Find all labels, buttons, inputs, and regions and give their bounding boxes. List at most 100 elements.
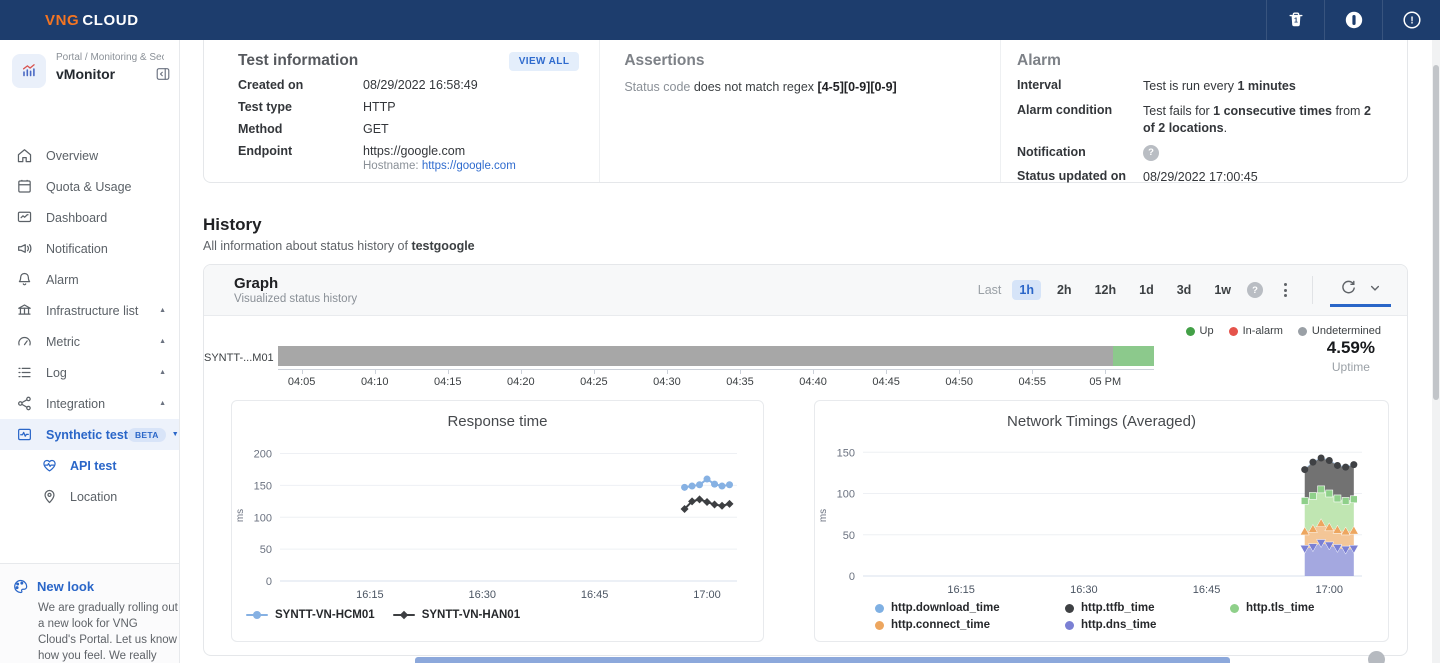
- legend-han01: SYNTT-VN-HAN01: [393, 609, 520, 621]
- row-label: Interval: [1017, 78, 1143, 95]
- alarm-row-status-updated: Status updated on 08/29/2022 17:00:45: [1017, 169, 1383, 186]
- chart-title: Network Timings (Averaged): [815, 413, 1388, 430]
- legend-in-alarm: In-alarm: [1229, 325, 1283, 337]
- hostname-label: Hostname:: [363, 160, 419, 172]
- y-axis-label: ms: [818, 509, 829, 522]
- y-axis-label: ms: [235, 509, 246, 522]
- vmonitor-app-icon: [12, 54, 46, 88]
- svg-text:16:15: 16:15: [356, 589, 384, 601]
- quota-icon: [15, 178, 33, 196]
- chart-title: Response time: [232, 413, 763, 430]
- next-section-edge: [415, 657, 1230, 663]
- account-button[interactable]: [1324, 0, 1382, 40]
- row-label: Method: [238, 122, 363, 136]
- gauge-icon: [15, 333, 33, 351]
- breadcrumb[interactable]: Portal / Monitoring & Sec: [56, 52, 164, 63]
- alerts-button[interactable]: !: [1382, 0, 1440, 40]
- row-label: Endpoint: [238, 144, 363, 172]
- svg-text:1: 1: [1294, 18, 1298, 25]
- svg-text:16:45: 16:45: [1193, 584, 1221, 596]
- graph-subtitle: Visualized status history: [234, 293, 357, 305]
- sidebar-subitem-location[interactable]: Location: [0, 481, 179, 512]
- sidebar-item-label: Notification: [46, 242, 166, 256]
- row-value: 08/29/2022 16:58:49: [363, 78, 478, 92]
- info-row-created-on: Created on 08/29/2022 16:58:49: [238, 78, 579, 92]
- svg-text:16:30: 16:30: [469, 589, 497, 601]
- divider: [1312, 276, 1313, 304]
- graph-title: Graph: [234, 275, 357, 292]
- row-label: Created on: [238, 78, 363, 92]
- sidebar-item-synthetic-test[interactable]: Synthetic test BETA ▼: [0, 419, 179, 450]
- svg-text:0: 0: [266, 576, 272, 588]
- test-information-section: Test information VIEW ALL Created on 08/…: [204, 40, 599, 182]
- sidebar-item-label: Alarm: [46, 273, 166, 287]
- new-look-panel: New look We are gradually rolling out a …: [0, 563, 179, 663]
- floating-button-partial[interactable]: [1368, 651, 1385, 663]
- log-list-icon: [15, 364, 33, 382]
- range-help-icon[interactable]: ?: [1247, 282, 1263, 298]
- trash-icon: 1: [1286, 10, 1306, 30]
- map-pin-icon: [40, 488, 58, 506]
- sidebar-item-metric[interactable]: Metric ▲: [0, 326, 179, 357]
- row-value: HTTP: [363, 100, 396, 114]
- response-time-chart-card: Response time ms 05010015020016:1516:301…: [231, 400, 764, 642]
- topbar-actions: 1 !: [1266, 0, 1440, 40]
- status-axis: 04:0504:1004:1504:2004:2504:3004:3504:40…: [278, 369, 1154, 391]
- range-1w[interactable]: 1w: [1207, 280, 1238, 300]
- svg-text:200: 200: [254, 449, 272, 461]
- top-bar: VNG CLOUD 1 !: [0, 0, 1440, 40]
- expand-arrow-icon: ▼: [172, 431, 179, 438]
- sidebar-item-integration[interactable]: Integration ▲: [0, 388, 179, 419]
- assertions-section: Assertions Status code does not match re…: [599, 40, 1000, 182]
- scrollbar-track[interactable]: [1432, 40, 1440, 663]
- sidebar-subitem-api-test[interactable]: API test: [0, 450, 179, 481]
- range-3d[interactable]: 3d: [1170, 280, 1199, 300]
- refresh-control[interactable]: [1330, 273, 1391, 307]
- legend-ttfb-time: http.ttfb_time: [1065, 602, 1230, 614]
- section-title: Assertions: [624, 52, 1000, 70]
- new-look-title: New look: [37, 579, 94, 594]
- graph-header: Graph Visualized status history Last 1h …: [204, 265, 1407, 316]
- view-all-button[interactable]: VIEW ALL: [509, 52, 580, 71]
- range-1h[interactable]: 1h: [1012, 280, 1041, 300]
- sidebar-collapse-button[interactable]: [155, 66, 171, 87]
- sidebar-item-dashboard[interactable]: Dashboard: [0, 202, 179, 233]
- collapse-arrow-icon: ▲: [159, 338, 166, 345]
- account-icon: [1343, 9, 1365, 31]
- svg-text:16:15: 16:15: [947, 584, 975, 596]
- more-options-button[interactable]: [1276, 279, 1295, 301]
- svg-text:100: 100: [254, 512, 272, 524]
- sidebar-item-quota-usage[interactable]: Quota & Usage: [0, 171, 179, 202]
- alarm-row-notification: Notification ?: [1017, 145, 1383, 161]
- network-timings-chart-card: Network Timings (Averaged) ms 0501001501…: [814, 400, 1389, 642]
- status-timeline: Up In-alarm Undetermined SYNTT-...M01 04…: [204, 316, 1407, 400]
- hostname-link[interactable]: https://google.com: [422, 160, 516, 172]
- help-icon[interactable]: ?: [1143, 145, 1159, 161]
- legend-tls-time: http.tls_time: [1230, 602, 1388, 614]
- trash-button[interactable]: 1: [1266, 0, 1324, 40]
- history-title: History: [203, 215, 262, 235]
- status-legend: Up In-alarm Undetermined: [1186, 325, 1382, 337]
- svg-text:17:00: 17:00: [1316, 584, 1344, 596]
- vng-cloud-logo[interactable]: VNG CLOUD: [45, 12, 139, 29]
- sidebar-item-label: Quota & Usage: [46, 180, 166, 194]
- sidebar-item-infrastructure-list[interactable]: Infrastructure list ▲: [0, 295, 179, 326]
- vmonitor-page: VNG CLOUD 1 !: [0, 0, 1440, 663]
- endpoint-value: https://google.com: [363, 144, 465, 158]
- range-2h[interactable]: 2h: [1050, 280, 1079, 300]
- row-value: GET: [363, 122, 389, 136]
- integration-icon: [15, 395, 33, 413]
- palette-icon: [12, 578, 29, 595]
- sidebar-item-notification[interactable]: Notification: [0, 233, 179, 264]
- sidebar-item-alarm[interactable]: Alarm: [0, 264, 179, 295]
- section-title: Alarm: [1017, 52, 1383, 70]
- svg-text:150: 150: [837, 447, 855, 459]
- assertion-operator: does not match regex: [694, 80, 814, 94]
- svg-text:!: !: [1410, 16, 1413, 27]
- scrollbar-thumb[interactable]: [1433, 65, 1439, 400]
- svg-text:100: 100: [837, 489, 855, 501]
- range-12h[interactable]: 12h: [1088, 280, 1124, 300]
- sidebar-item-overview[interactable]: Overview: [0, 140, 179, 171]
- range-1d[interactable]: 1d: [1132, 280, 1161, 300]
- sidebar-item-log[interactable]: Log ▲: [0, 357, 179, 388]
